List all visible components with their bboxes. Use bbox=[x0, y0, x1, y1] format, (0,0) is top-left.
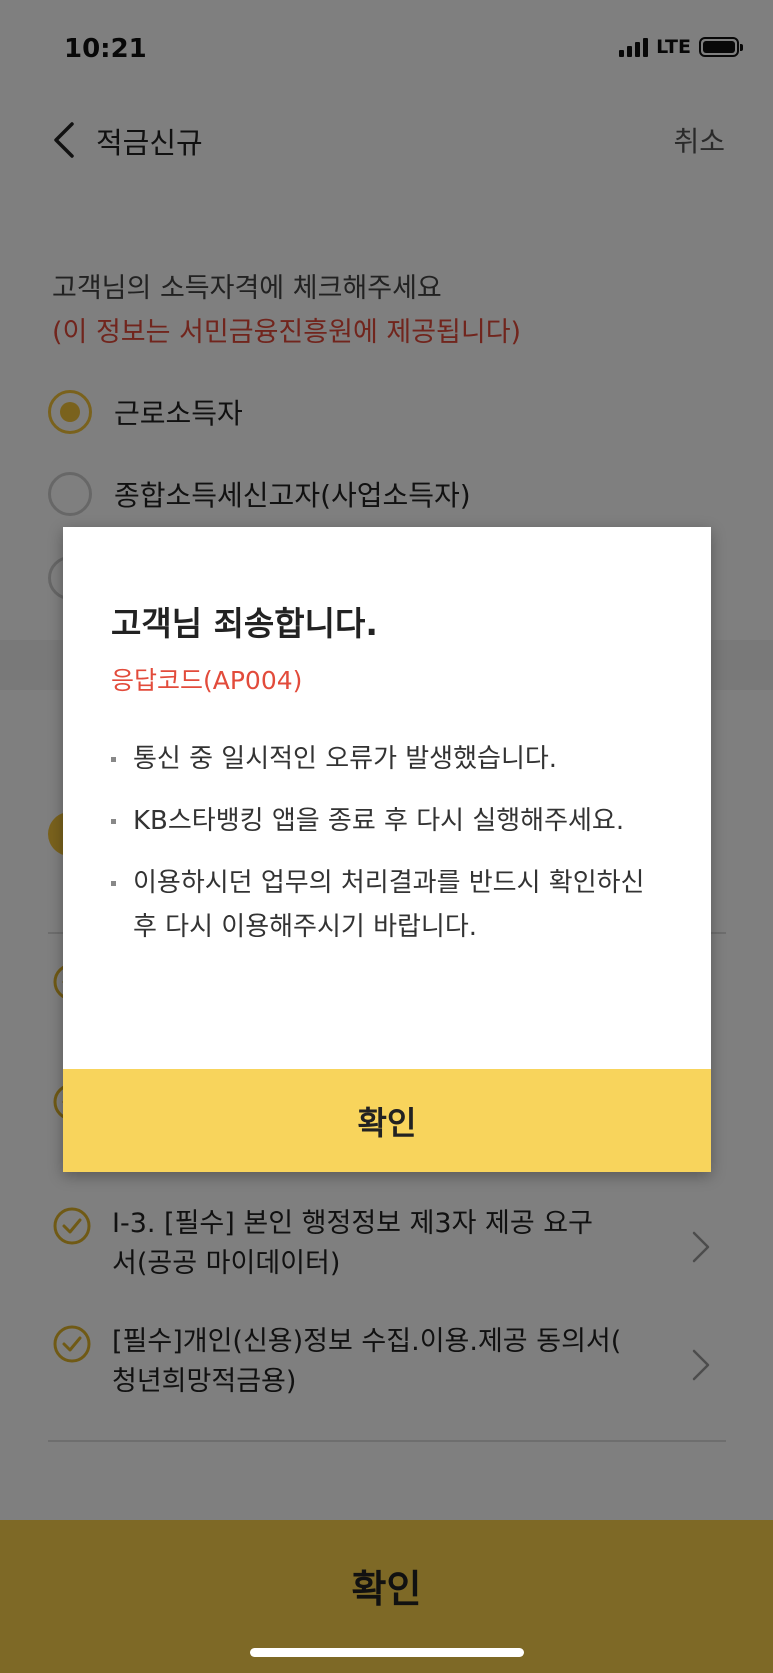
dialog-confirm-label: 확인 bbox=[357, 1104, 417, 1141]
error-message-list: 통신 중 일시적인 오류가 발생했습니다. KB스타뱅킹 앱을 종료 후 다시 … bbox=[111, 737, 671, 967]
error-message: 통신 중 일시적인 오류가 발생했습니다. bbox=[111, 737, 671, 781]
dialog-title: 고객님 죄송합니다. bbox=[111, 604, 378, 643]
app-screen: 10:21 LTE 적금신규 취소 고객님의 소득자격에 체크해주세요 (이 정… bbox=[0, 0, 773, 1673]
dialog-confirm-button[interactable]: 확인 bbox=[63, 1069, 711, 1172]
error-dialog: 고객님 죄송합니다. 응답코드(AP004) 통신 중 일시적인 오류가 발생했… bbox=[63, 527, 711, 1172]
error-message: KB스타뱅킹 앱을 종료 후 다시 실행해주세요. bbox=[111, 799, 671, 843]
response-code: 응답코드(AP004) bbox=[111, 666, 303, 695]
home-indicator bbox=[250, 1648, 524, 1657]
error-message: 이용하시던 업무의 처리결과를 반드시 확인하신 후 다시 이용해주시기 바랍니… bbox=[111, 861, 671, 949]
